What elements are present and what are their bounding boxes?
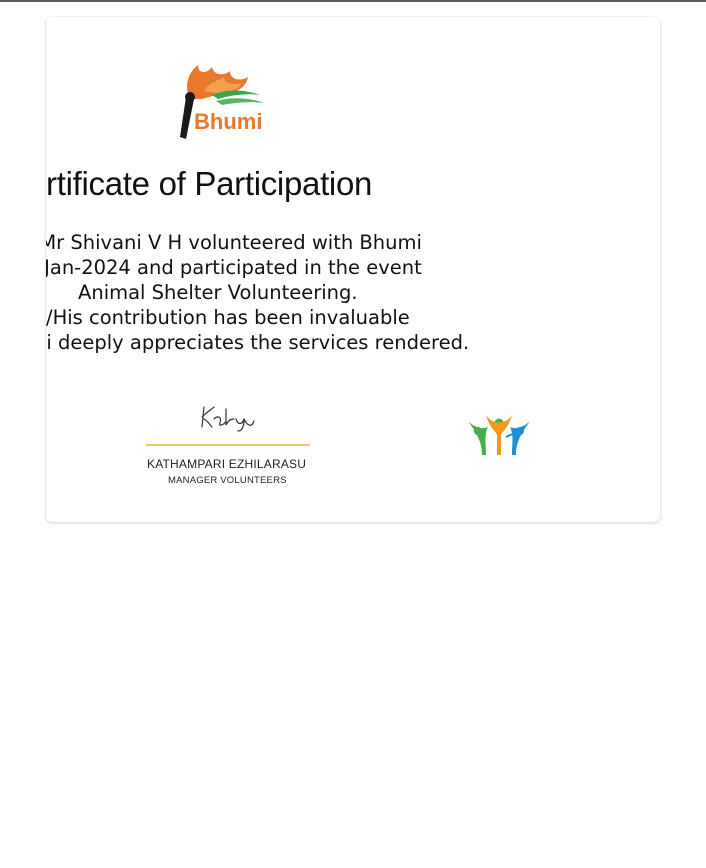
volunteer-emblem: [466, 407, 532, 463]
top-border: [0, 0, 706, 2]
signature: [196, 401, 260, 433]
certificate-title: ertificate of Participation: [46, 165, 373, 202]
signer-role: MANAGER VOLUNTEERS: [168, 475, 287, 486]
body-line-1: 'Mr Shivani V H volunteered with Bhumi: [46, 231, 422, 254]
signature-icon: [201, 406, 255, 432]
people-emblem-icon: [468, 415, 530, 455]
body-line-3: Animal Shelter Volunteering.: [78, 281, 358, 304]
signature-rule: [146, 444, 310, 446]
signer-name: KATHAMPARI EZHILARASU: [147, 457, 307, 471]
certificate-card: Bhumi ertificate of Participation 'Mr Sh…: [46, 17, 660, 522]
body-line-2: -Jan-2024 and participated in the event: [46, 256, 422, 279]
bhumi-logo: Bhumi: [168, 61, 280, 141]
torch-icon: Bhumi: [180, 65, 264, 139]
page: Bhumi ertificate of Participation 'Mr Sh…: [0, 0, 706, 868]
svg-text:Bhumi: Bhumi: [194, 109, 262, 134]
body-line-5: ni deeply appreciates the services rende…: [46, 331, 470, 354]
body-line-4: r/His contribution has been invaluable: [46, 306, 410, 329]
